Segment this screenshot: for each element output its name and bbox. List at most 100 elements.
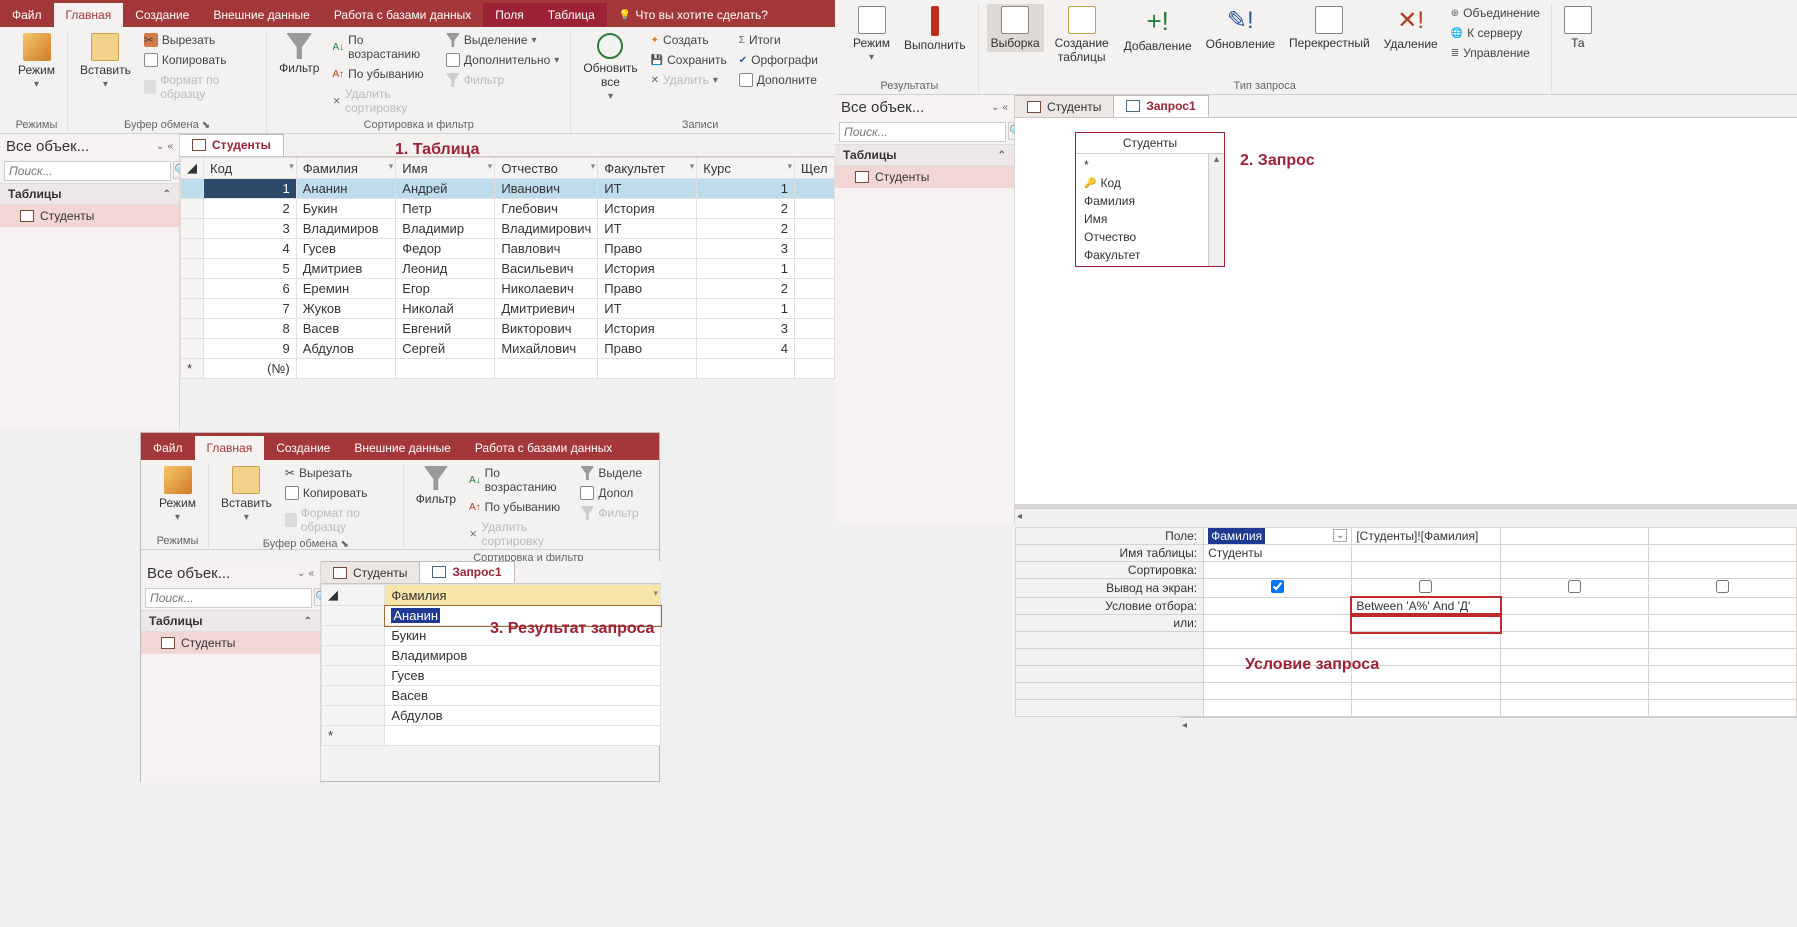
scrollbar[interactable]: ▴	[1208, 154, 1224, 266]
collapse-icon[interactable]: «	[167, 141, 173, 152]
nav-header-q[interactable]: Все объек...⌄«	[835, 95, 1014, 120]
formatpainter-button[interactable]: Формат по образцу	[141, 71, 258, 103]
copy-button-r[interactable]: Копировать	[282, 484, 395, 502]
h-scrollbar-grid[interactable]: ◂	[1180, 717, 1797, 733]
filter-button[interactable]: Фильтр	[275, 31, 323, 77]
nav-header[interactable]: Все объек... ⌄«	[0, 134, 179, 159]
col-fac[interactable]: Факультет▾	[598, 158, 697, 179]
nav-search-input-r[interactable]	[145, 588, 312, 608]
view-button-r[interactable]: Режим▾	[155, 464, 200, 525]
tell-me[interactable]: 💡Что вы хотите сделать?	[607, 3, 780, 27]
selection-button-r[interactable]: Выделе	[577, 464, 645, 482]
result-datasheet[interactable]: ◢Фамилия▾ Ананин Букин Владимиров Гусев …	[321, 584, 661, 746]
qgrid-show-3[interactable]	[1500, 579, 1648, 598]
nav-section-tables-q[interactable]: Таблицы⌃	[835, 144, 1014, 166]
tab-home[interactable]: Главная	[54, 3, 124, 27]
cut-button-r[interactable]: ✂Вырезать	[282, 464, 395, 482]
launcher-icon[interactable]: ⬊	[341, 539, 349, 550]
field-imya[interactable]: Имя	[1076, 210, 1208, 228]
filter-button-r[interactable]: Фильтр	[412, 464, 460, 508]
tab-home-r[interactable]: Главная	[195, 436, 265, 460]
select-query-button[interactable]: Выборка	[987, 4, 1044, 52]
table-row[interactable]: Гусев	[322, 666, 661, 686]
table-box-title[interactable]: Студенты	[1076, 133, 1224, 154]
table-new-row[interactable]: *(№)	[181, 359, 835, 379]
table-row[interactable]: Васев	[322, 686, 661, 706]
clear-sort-button-r[interactable]: ⨯Удалить сортировку	[466, 518, 571, 550]
doc-tab-students-q[interactable]: Студенты	[1015, 95, 1114, 117]
collapse-section-icon[interactable]: ⌃	[163, 189, 171, 200]
tab-dbtools[interactable]: Работа с базами данных	[322, 3, 483, 27]
run-button[interactable]: Выполнить	[900, 4, 970, 54]
table-row[interactable]: 6ЕреминЕгорНиколаевичПраво2	[181, 279, 835, 299]
col-menu-icon[interactable]: ▾	[289, 161, 294, 172]
col-fam[interactable]: Фамилия▾	[296, 158, 396, 179]
nav-section-tables-r[interactable]: Таблицы⌃	[141, 610, 320, 632]
launcher-icon[interactable]: ⬊	[202, 120, 210, 131]
field-fam[interactable]: Фамилия	[1076, 192, 1208, 210]
col-kod[interactable]: Код▾	[204, 158, 297, 179]
maketable-button[interactable]: Создание таблицы	[1050, 4, 1114, 66]
table-box-students[interactable]: Студенты * 🔑Код Фамилия Имя Отчество Фак…	[1075, 132, 1225, 267]
tab-file-r[interactable]: Файл	[141, 436, 195, 460]
query-grid[interactable]: Поле: Фамилия ⌄ [Студенты]![Фамилия] Имя…	[1015, 527, 1797, 717]
qgrid-field-4[interactable]	[1648, 528, 1796, 545]
paste-button[interactable]: Вставить ▾	[76, 31, 135, 92]
field-star[interactable]: *	[1076, 156, 1208, 174]
view-button[interactable]: Режим ▾	[14, 31, 59, 92]
crosstab-button[interactable]: Перекрестный	[1285, 4, 1374, 52]
nav-search-input[interactable]	[4, 161, 171, 181]
table-row[interactable]: 3ВладимировВладимирВладимировичИТ2	[181, 219, 835, 239]
select-all[interactable]: ◢	[181, 158, 204, 179]
nav-header-r[interactable]: Все объек...⌄«	[141, 561, 320, 586]
qgrid-show-4[interactable]	[1648, 579, 1796, 598]
paste-button-r[interactable]: Вставить▾	[217, 464, 276, 525]
doc-tab-students-r[interactable]: Студенты	[321, 561, 420, 583]
qgrid-show-2[interactable]	[1352, 579, 1500, 598]
nav-item-students[interactable]: Студенты	[0, 205, 179, 227]
doc-tab-students[interactable]: Студенты	[180, 134, 284, 156]
formatpainter-button-r[interactable]: Формат по образцу	[282, 504, 395, 536]
passthrough-button[interactable]: 🌐К серверу	[1448, 24, 1543, 42]
save-record-button[interactable]: 💾Сохранить	[648, 51, 730, 69]
totals-button[interactable]: ΣИтоги	[736, 31, 821, 49]
select-all-r[interactable]: ◢	[322, 585, 385, 606]
refresh-button[interactable]: Обновить все ▾	[579, 31, 641, 104]
datadef-button[interactable]: ≣Управление	[1448, 44, 1543, 62]
qgrid-field-3[interactable]	[1500, 528, 1648, 545]
union-button[interactable]: ⊕Объединение	[1448, 4, 1543, 22]
dropdown-icon[interactable]: ⌄	[1333, 529, 1347, 542]
table-row[interactable]: 7ЖуковНиколайДмитриевичИТ1	[181, 299, 835, 319]
table-new-row[interactable]: *	[322, 726, 661, 746]
tab-create-r[interactable]: Создание	[264, 436, 342, 460]
tab-create[interactable]: Создание	[123, 3, 201, 27]
table-row[interactable]: 5ДмитриевЛеонидВасильевичИстория1	[181, 259, 835, 279]
q-view-button[interactable]: Режим▾	[849, 4, 894, 65]
table-row[interactable]: Абдулов	[322, 706, 661, 726]
doc-tab-query1[interactable]: Запрос1	[1114, 95, 1208, 117]
advanced-button-r[interactable]: Допол	[577, 484, 645, 502]
nav-search-input-q[interactable]	[839, 122, 1006, 142]
qgrid-table-1[interactable]: Студенты	[1204, 545, 1352, 562]
tab-fields[interactable]: Поля	[483, 3, 536, 27]
tab-dbtools-r[interactable]: Работа с базами данных	[463, 436, 624, 460]
col-imya[interactable]: Имя▾	[396, 158, 495, 179]
more-button[interactable]: Дополните	[736, 71, 821, 89]
clear-sort-button[interactable]: ⨯Удалить сортировку	[329, 85, 436, 117]
nav-item-students-r[interactable]: Студенты	[141, 632, 320, 654]
h-scrollbar[interactable]: ◂	[1015, 508, 1797, 524]
table-row[interactable]: 8ВасевЕвгенийВикторовичИстория3	[181, 319, 835, 339]
sort-desc-button[interactable]: A↑По убыванию	[329, 65, 436, 83]
students-datasheet[interactable]: ◢ Код▾ Фамилия▾ Имя▾ Отчество▾ Факультет…	[180, 157, 835, 379]
col-fam-r[interactable]: Фамилия▾	[385, 585, 661, 606]
col-kurs[interactable]: Курс▾	[697, 158, 795, 179]
copy-button[interactable]: Копировать	[141, 51, 258, 69]
spell-button[interactable]: ✔Орфографи	[736, 51, 821, 69]
selection-button[interactable]: Выделение▾	[443, 31, 562, 49]
cut-button[interactable]: ✂Вырезать	[141, 31, 258, 49]
dropdown-icon[interactable]: ⌄	[156, 141, 164, 152]
qgrid-criteria-2[interactable]: Between 'А%' And 'Д'	[1352, 598, 1500, 615]
field-fac[interactable]: Факультет	[1076, 246, 1208, 264]
sort-asc-button-r[interactable]: A↓По возрастанию	[466, 464, 571, 496]
qgrid-field-2[interactable]: [Студенты]![Фамилия]	[1352, 528, 1500, 545]
